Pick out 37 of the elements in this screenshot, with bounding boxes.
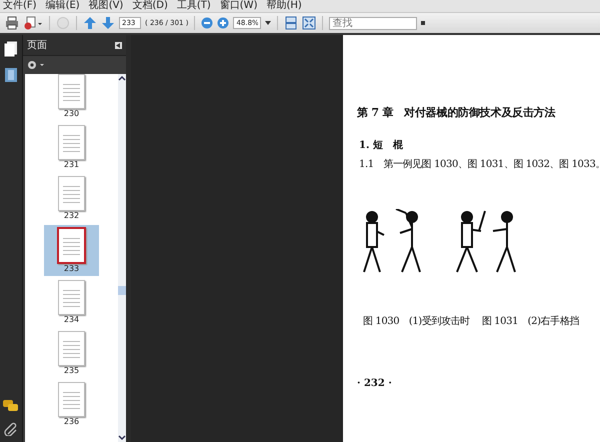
page-thumbnail[interactable]: 233 — [44, 225, 99, 276]
paragraph: 1.1 第一例见图 1030、图 1031、图 1032、图 1033。 — [359, 158, 600, 171]
page-thumbnail[interactable]: 236 — [44, 380, 99, 429]
print-icon[interactable] — [5, 16, 19, 30]
search-field[interactable]: 查找 — [329, 16, 418, 30]
pages-icon[interactable] — [4, 41, 18, 57]
scroll-down-icon[interactable] — [118, 434, 126, 442]
scroll-up-icon[interactable] — [118, 74, 126, 82]
options-gear-icon[interactable] — [27, 60, 45, 70]
panel-title: 页面 — [27, 39, 47, 52]
comments-icon[interactable] — [3, 400, 19, 412]
page-number: · 232 · — [357, 378, 393, 389]
section-heading: 1. 短 棍 — [359, 138, 404, 152]
next-page-icon[interactable] — [101, 16, 115, 30]
menu-item[interactable]: 工具(T) — [176, 0, 211, 12]
figure-caption: 图 1031 (2)右手格挡 — [482, 315, 579, 328]
page-thumbnail[interactable]: 230 — [44, 74, 99, 121]
menu-item[interactable]: 视图(V) — [88, 0, 124, 12]
figure-caption: 图 1030 (1)受到攻击时 — [363, 315, 470, 328]
fit-width-icon[interactable] — [284, 16, 298, 30]
collapse-button[interactable] — [115, 42, 122, 48]
fit-page-icon[interactable] — [302, 16, 316, 30]
zoom-out-icon[interactable] — [201, 17, 214, 29]
previous-page-icon[interactable] — [83, 16, 97, 30]
create-document-icon[interactable] — [23, 16, 43, 30]
page-thumbnail[interactable]: 231 — [44, 123, 99, 172]
scrollbar[interactable] — [118, 74, 126, 442]
page-thumbnail[interactable]: 234 — [44, 278, 99, 327]
menu-item[interactable]: 帮助(H) — [266, 0, 302, 12]
paperclip-icon[interactable] — [4, 422, 18, 436]
zoom-in-icon[interactable] — [217, 17, 230, 29]
scroll-thumb[interactable] — [118, 286, 126, 296]
bookmarks-icon[interactable] — [4, 67, 18, 83]
menu-item[interactable]: 编辑(E) — [46, 0, 80, 12]
page-thumbnail[interactable]: 235 — [44, 329, 99, 378]
page-thumbnail[interactable]: 232 — [44, 174, 99, 223]
chapter-title: 第 7 章 对付器械的防御技术及反击方法 — [357, 105, 556, 120]
